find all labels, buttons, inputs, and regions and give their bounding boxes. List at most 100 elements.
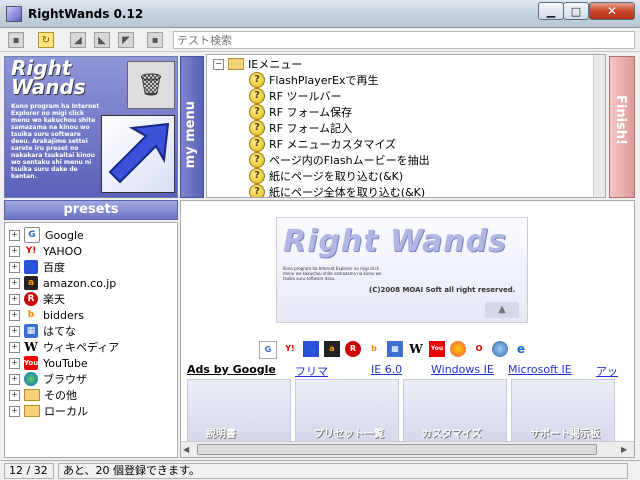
engine-icon-row: G Y! 🐾 a R b ▦ W You O e	[259, 341, 529, 359]
scroll-right-icon[interactable]: ▶	[621, 445, 627, 454]
finish-button[interactable]: Finish!	[609, 56, 635, 198]
up-arrow-icon[interactable]: ▲	[485, 302, 519, 318]
scroll-thumb[interactable]	[197, 444, 597, 455]
ad-link[interactable]: アッ	[596, 363, 618, 379]
refresh-icon[interactable]: ↻	[38, 32, 54, 48]
expand-icon[interactable]: +	[9, 373, 20, 385]
expand-icon[interactable]: +	[9, 389, 20, 401]
firefox-icon[interactable]	[450, 341, 466, 357]
search-input[interactable]	[173, 31, 635, 49]
expand-icon[interactable]: +	[9, 229, 20, 241]
save-icon[interactable]: ▪	[8, 32, 24, 48]
safari-icon[interactable]	[492, 341, 508, 357]
question-icon: ?	[249, 168, 265, 184]
scroll-left-icon[interactable]: ◀	[183, 445, 189, 454]
expand-icon[interactable]: +	[9, 261, 20, 273]
preset-item[interactable]: + ▦ はてな	[9, 323, 76, 339]
trash-button[interactable]: 🗑	[127, 61, 175, 109]
folder-icon	[24, 389, 40, 401]
opera-icon[interactable]: O	[471, 341, 487, 357]
tree-item[interactable]: ? 紙にページ全体を取り込む(&K)	[249, 184, 425, 197]
ad-link[interactable]: IE 6.0	[371, 363, 402, 376]
wikipedia-icon[interactable]: W	[408, 341, 424, 357]
rakuten-icon[interactable]: R	[345, 341, 361, 357]
status-message: あと、20 個登録できます。	[58, 463, 628, 479]
ad-link[interactable]: Windows IE	[431, 363, 494, 376]
preset-item[interactable]: + W ウィキペディア	[9, 339, 119, 355]
expand-icon[interactable]: +	[9, 277, 20, 289]
minimize-button[interactable]: ▁	[538, 2, 564, 20]
my-menu-tab[interactable]: my menu	[180, 56, 204, 198]
tree-item[interactable]: ? 紙にページを取り込む(&K)	[249, 168, 403, 184]
question-icon: ?	[249, 88, 265, 104]
support-board-tile[interactable]: サポート掲示板	[511, 379, 615, 443]
preset-item[interactable]: + You YouTube	[9, 355, 88, 371]
preset-item[interactable]: + その他	[9, 387, 77, 403]
youtube-icon[interactable]: You	[429, 341, 445, 357]
question-icon: ?	[249, 136, 265, 152]
expand-icon[interactable]: +	[9, 325, 20, 337]
tree-item-label: RF フォーム記入	[269, 122, 353, 135]
tree-item[interactable]: ? ページ内のFlashムービーを抽出	[249, 152, 430, 168]
ie-icon[interactable]: e	[513, 341, 529, 357]
tree-item[interactable]: ? FlashPlayerExで再生	[249, 72, 379, 88]
tree-item-label: RF フォーム保存	[269, 106, 353, 119]
baidu-icon[interactable]: 🐾	[303, 341, 319, 357]
expand-icon[interactable]: +	[9, 245, 20, 257]
preset-item[interactable]: + b bidders	[9, 307, 84, 323]
tile-label: サポート掲示板	[530, 429, 600, 440]
expand-icon[interactable]: +	[9, 293, 20, 305]
expand-icon[interactable]: +	[9, 309, 20, 321]
preset-item[interactable]: + ブラウザ	[9, 371, 87, 387]
question-icon: ?	[249, 152, 265, 168]
tree-item[interactable]: ? RF ツールバー	[249, 88, 341, 104]
tree-scrollbar[interactable]	[593, 55, 605, 197]
tree-item-label: ページ内のFlashムービーを抽出	[269, 154, 430, 167]
tree-root-label: IEメニュー	[248, 58, 303, 71]
browser-pane[interactable]: Right Wands Kono program ha Internet Exp…	[180, 200, 635, 458]
yahoo-icon[interactable]: Y!	[282, 341, 298, 357]
collapse-icon[interactable]: −	[213, 58, 224, 70]
tree-item[interactable]: ? RF メニューカスタマイズ	[249, 136, 396, 152]
preset-item[interactable]: + R 楽天	[9, 291, 65, 307]
preset-item[interactable]: + Y! YAHOO	[9, 243, 82, 259]
title-bar[interactable]: RightWands 0.12 ▁ □ ✕	[0, 0, 640, 28]
preset-list-tile[interactable]: プリセット一覧	[295, 379, 399, 443]
horizontal-scrollbar[interactable]: ◀ ▶	[181, 441, 634, 457]
customize-tile[interactable]: カスタマイズ	[403, 379, 507, 443]
tool-button-2-icon[interactable]: ◣	[94, 32, 110, 48]
ad-link[interactable]: Microsoft IE	[508, 363, 572, 376]
tool-button-1-icon[interactable]: ◢	[70, 32, 86, 48]
close-button[interactable]: ✕	[589, 2, 635, 20]
ad-link[interactable]: フリマ	[295, 363, 328, 379]
preset-item[interactable]: + 🐾 百度	[9, 259, 65, 275]
tool-button-3-icon[interactable]: ◤	[118, 32, 134, 48]
expand-icon[interactable]: +	[9, 341, 20, 353]
menu-tree[interactable]: − IEメニュー ? FlashPlayerExで再生 ? RF ツールバー ? RF…	[206, 54, 606, 198]
manual-tile[interactable]: 説明書	[187, 379, 291, 443]
ads-by-google-link[interactable]: Ads by Google	[187, 363, 276, 376]
amazon-icon[interactable]: a	[324, 341, 340, 357]
wikipedia-icon: W	[24, 340, 38, 354]
tree-root[interactable]: − IEメニュー	[213, 56, 302, 72]
tree-item[interactable]: ? RF フォーム保存	[249, 104, 352, 120]
feature-tiles: 説明書 プリセット一覧 カスタマイズ サポート掲示板	[183, 379, 623, 443]
expand-icon[interactable]: +	[9, 405, 20, 417]
preset-label: その他	[44, 389, 77, 402]
preset-item[interactable]: + G Google	[9, 227, 84, 243]
tile-label: カスタマイズ	[422, 429, 482, 440]
google-icon[interactable]: G	[259, 341, 277, 359]
preset-list[interactable]: + G Google + Y! YAHOO + 🐾 百度 + a amazon.co.jp + R…	[4, 222, 178, 458]
tree-item[interactable]: ? RF フォーム記入	[249, 120, 352, 136]
preset-item[interactable]: + a amazon.co.jp	[9, 275, 116, 291]
bidders-icon[interactable]: b	[366, 341, 382, 357]
preset-item[interactable]: + ローカル	[9, 403, 88, 419]
tool-button-4-icon[interactable]: ▪	[147, 32, 163, 48]
folder-icon	[24, 405, 40, 417]
rakuten-icon: R	[24, 292, 38, 306]
maximize-button[interactable]: □	[563, 2, 589, 20]
expand-icon[interactable]: +	[9, 357, 20, 369]
hatena-icon[interactable]: ▦	[387, 341, 403, 357]
youtube-icon: You	[24, 356, 38, 370]
add-arrow-button[interactable]	[101, 115, 175, 193]
